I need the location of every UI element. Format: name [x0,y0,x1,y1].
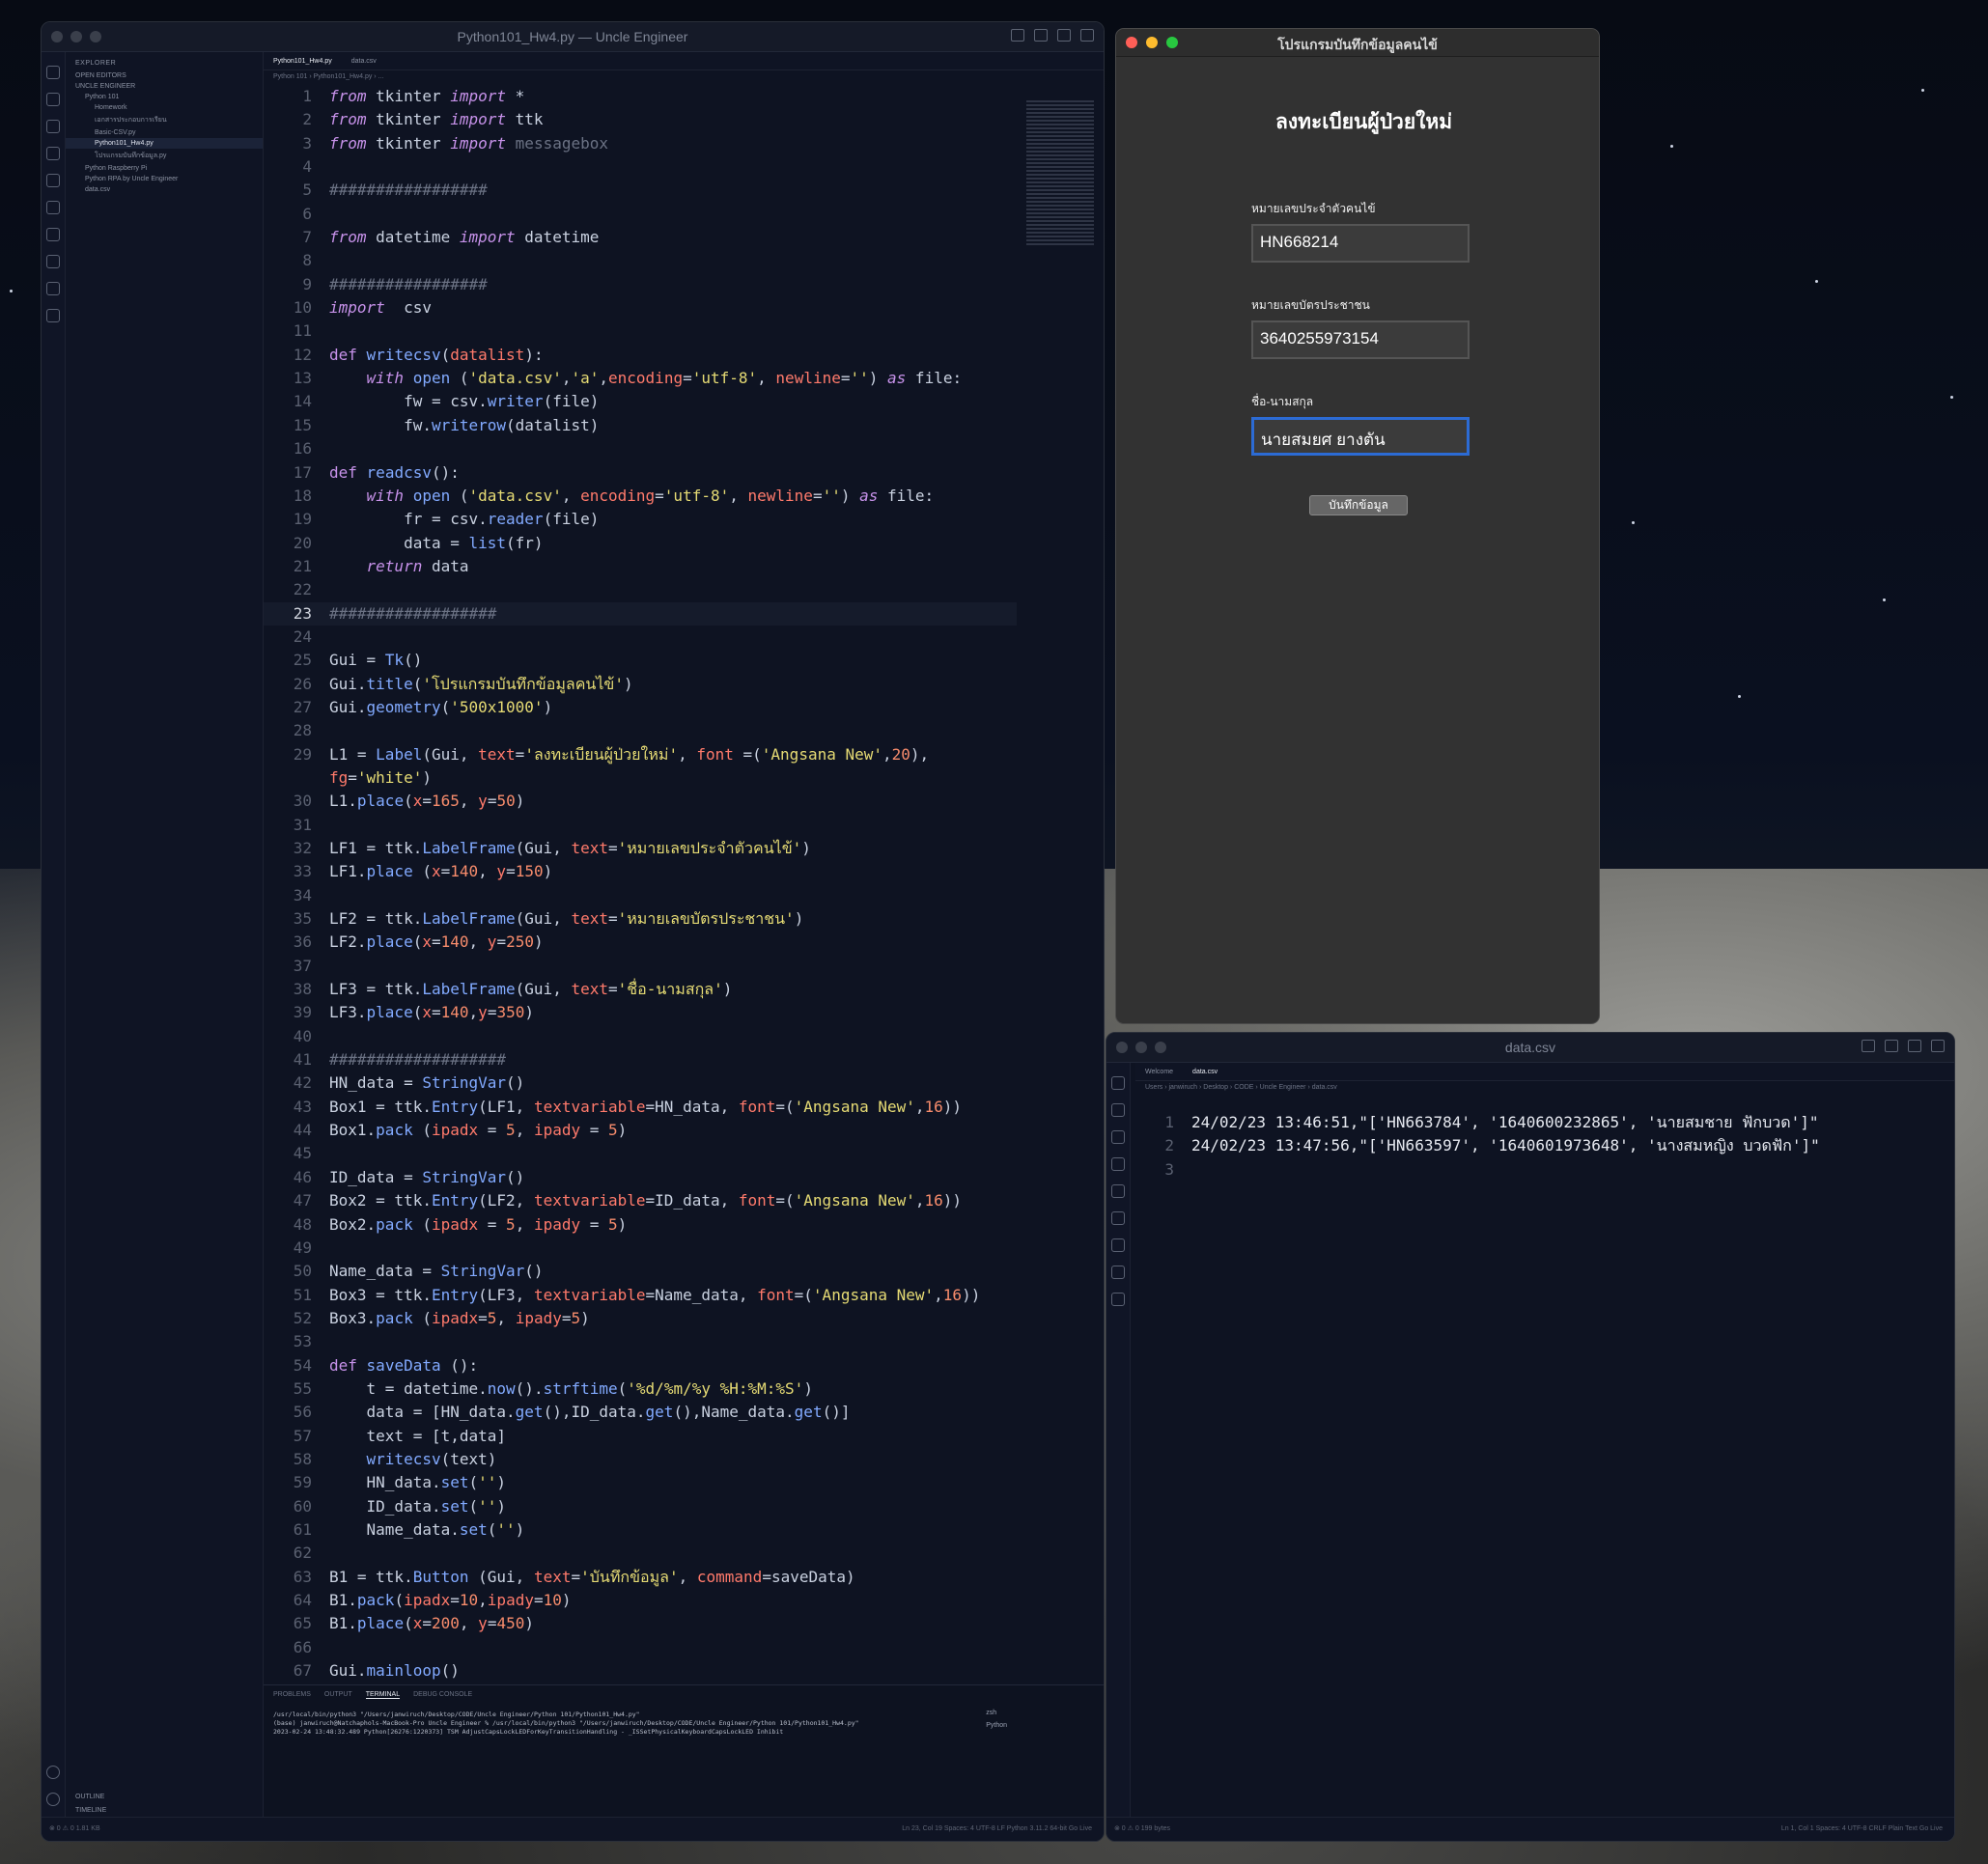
csv-line: 24/02/23 13:46:51,"['HN663784', '1640600… [1191,1113,1819,1131]
tab-problems[interactable]: PROBLEMS [273,1691,311,1699]
toggle-sidebar-icon-2[interactable] [1862,1040,1875,1052]
sidebar-item-record-program[interactable]: โปรแกรมบันทึกข้อมูล.py [66,149,263,163]
tab-python101-hw4[interactable]: Python101_Hw4.py [264,58,342,65]
toggle-panel-icon[interactable] [1034,29,1048,42]
sidebar-item-python-rpa[interactable]: Python RPA by Uncle Engineer [66,174,263,184]
tab-terminal[interactable]: TERMINAL [365,1691,401,1699]
toggle-panel-icon-2[interactable] [1885,1040,1898,1052]
window-title: Python101_Hw4.py — Uncle Engineer [457,29,688,44]
vscode-window-main: Python101_Hw4.py — Uncle Engineer EXPLOR… [41,21,1105,1842]
gear-icon[interactable] [46,1793,60,1806]
explorer-sidebar: EXPLORER OPEN EDITORS UNCLE ENGINEER Pyt… [66,52,264,1818]
sidebar-item-python101-hw4[interactable]: Python101_Hw4.py [66,138,263,149]
terminal-list[interactable]: zsh Python [986,1707,1007,1732]
code-editor[interactable]: Python101_Hw4.py data.csv Python 101 › P… [264,52,1104,1683]
name-input[interactable]: นายสมยศ ยางตัน [1251,417,1470,456]
search-icon[interactable] [46,93,60,106]
save-button[interactable]: บันทึกข้อมูล [1309,495,1408,515]
terminal-item-zsh[interactable]: zsh [986,1707,1007,1719]
id-card-input[interactable]: 3640255973154 [1251,320,1470,359]
toggle-secondary-sidebar-icon-2[interactable] [1908,1040,1921,1052]
terminal-icon-2[interactable] [1111,1293,1125,1306]
sidebar-item-documents[interactable]: เอกสารประกอบการเรียน [66,113,263,127]
hn-input[interactable]: HN668214 [1251,224,1470,263]
run-debug-icon-2[interactable] [1111,1157,1125,1171]
minimap[interactable] [1026,100,1094,245]
customize-layout-icon-2[interactable] [1931,1040,1945,1052]
terminal-output[interactable]: /usr/local/bin/python3 "/Users/janwiruch… [264,1705,1104,1742]
toggle-sidebar-icon[interactable] [1011,29,1024,42]
sidebar-outline[interactable]: OUTLINE [66,1792,114,1802]
status-bar-2: ⊗ 0 ⚠ 0 199 bytes Ln 1, Col 1 Spaces: 4 … [1106,1817,1954,1841]
page-title: ลงทะเบียนผู้ป่วยใหม่ [1275,111,1453,133]
sidebar-item-python-raspberry-pi[interactable]: Python Raspberry Pi [66,163,263,174]
title-bar-2: data.csv [1106,1033,1954,1063]
terminal-panel: PROBLEMS OUTPUT TERMINAL DEBUG CONSOLE /… [264,1684,1104,1817]
name-label: ชื่อ-นามสกุล [1251,395,1314,408]
hn-labelframe: หมายเลขประจำตัวคนไข้ HN668214 [1251,200,1473,263]
code-content[interactable]: 1 from tkinter import * 2 from tkinter imp… [264,85,1017,1683]
sidebar-item-basic-csv[interactable]: Basic-CSV.py [66,127,263,138]
testing-icon[interactable] [46,201,60,214]
sidebar-item-open-editors[interactable]: OPEN EDITORS [66,70,263,81]
tab-debug-console[interactable]: DEBUG CONSOLE [413,1691,472,1699]
status-left-2[interactable]: ⊗ 0 ⚠ 0 199 bytes [1114,1825,1170,1832]
window-title-2: data.csv [1504,1040,1556,1055]
terminal-icon[interactable] [46,309,60,322]
status-right[interactable]: Ln 23, Col 19 Spaces: 4 UTF-8 LF Python … [902,1818,1092,1841]
breadcrumb-2: Users › janwiruch › Desktop › CODE › Unc… [1145,1084,1337,1091]
sidebar-timeline[interactable]: TIMELINE [66,1805,116,1816]
tk-app-window: โปรแกรมบันทึกข้อมูลคนไข้ ลงทะเบียนผู้ป่ว… [1115,28,1600,1024]
breadcrumb: Python 101 › Python101_Hw4.py › ... [273,73,384,80]
id-label: หมายเลขบัตรประชาชน [1251,298,1370,312]
extensions-icon[interactable] [46,174,60,187]
title-bar: Python101_Hw4.py — Uncle Engineer [42,22,1104,52]
sidebar-item-data-csv[interactable]: data.csv [66,184,263,195]
activity-bar-2 [1106,1063,1131,1818]
source-control-icon[interactable] [46,120,60,133]
status-right-2[interactable]: Ln 1, Col 1 Spaces: 4 UTF-8 CRLF Plain T… [1781,1818,1943,1841]
tab-welcome[interactable]: Welcome [1135,1069,1183,1075]
vscode-window-data: data.csv Welcome data.csv Users › janwir… [1106,1032,1955,1842]
sidebar-item-homework[interactable]: Homework [66,102,263,113]
docker-icon-2[interactable] [1111,1266,1125,1279]
customize-layout-icon[interactable] [1080,29,1094,42]
activity-bar [42,52,66,1818]
explorer-icon-2[interactable] [1111,1076,1125,1090]
python-icon[interactable] [46,255,60,268]
remote-icon[interactable] [46,228,60,241]
python-icon-2[interactable] [1111,1238,1125,1252]
sidebar-item-uncle-engineer[interactable]: UNCLE ENGINEER [66,81,263,92]
sidebar-item-python-101[interactable]: Python 101 [66,92,263,102]
tab-output[interactable]: OUTPUT [324,1691,352,1699]
run-debug-icon[interactable] [46,147,60,160]
toggle-secondary-sidebar-icon[interactable] [1057,29,1071,42]
name-labelframe: ชื่อ-นามสกุล นายสมยศ ยางตัน [1251,393,1473,456]
status-bar: ⊗ 0 ⚠ 0 1.81 KB Ln 23, Col 19 Spaces: 4 … [42,1817,1104,1841]
explorer-icon[interactable] [46,66,60,79]
docker-icon[interactable] [46,282,60,295]
csv-editor[interactable]: Welcome data.csv Users › janwiruch › Des… [1135,1063,1954,1818]
search-icon-2[interactable] [1111,1103,1125,1117]
hn-label: หมายเลขประจำตัวคนไข้ [1251,202,1376,215]
tk-window-title: โปรแกรมบันทึกข้อมูลคนไข้ [1277,37,1438,52]
csv-content[interactable]: 1 24/02/23 13:46:51,"['HN663784', '164060… [1135,1111,1820,1182]
tk-title-bar: โปรแกรมบันทึกข้อมูลคนไข้ [1116,29,1599,57]
account-icon[interactable] [46,1766,60,1779]
extensions-icon-2[interactable] [1111,1184,1125,1198]
csv-line: 24/02/23 13:47:56,"['HN663597', '1640601… [1191,1136,1820,1155]
remote-icon-2[interactable] [1111,1211,1125,1225]
tab-data-csv[interactable]: data.csv [342,58,386,65]
status-left[interactable]: ⊗ 0 ⚠ 0 1.81 KB [49,1825,100,1832]
id-labelframe: หมายเลขบัตรประชาชน 3640255973154 [1251,296,1473,359]
source-control-icon-2[interactable] [1111,1130,1125,1144]
tab-data-csv-2[interactable]: data.csv [1183,1069,1227,1075]
explorer-title: EXPLORER [75,60,117,67]
terminal-item-python[interactable]: Python [986,1719,1007,1732]
